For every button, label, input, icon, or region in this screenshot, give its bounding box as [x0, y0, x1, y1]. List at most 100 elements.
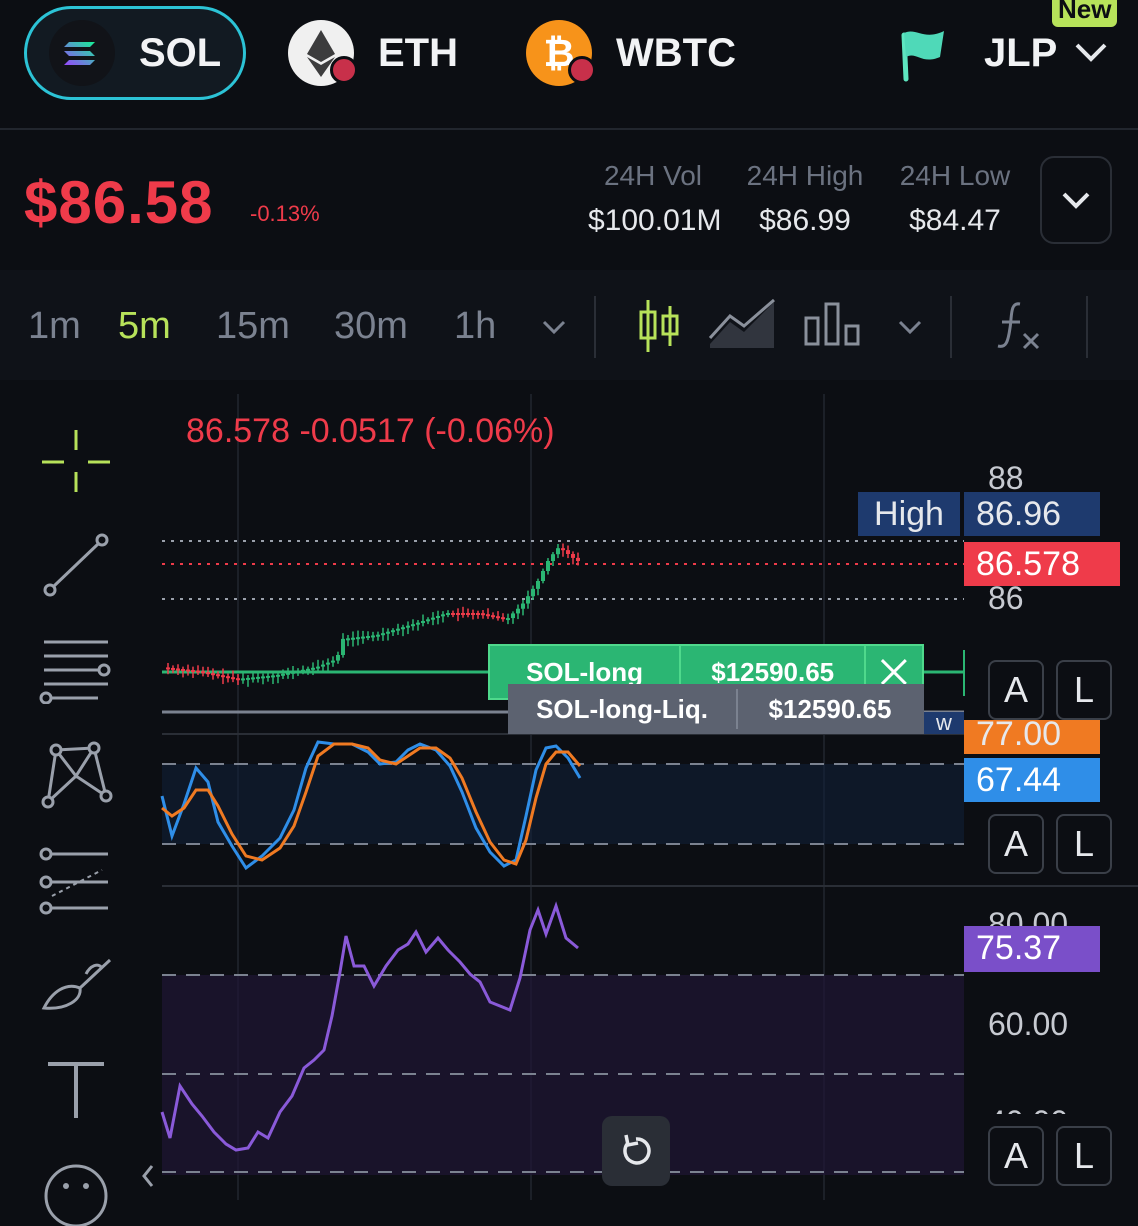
stat-label: 24H High [746, 160, 864, 191]
candle [356, 637, 360, 640]
candle [381, 633, 385, 636]
asset-tab-wbtc[interactable]: ₿ WBTC [526, 6, 736, 100]
candle [406, 625, 410, 628]
bitcoin-icon: ₿ [526, 20, 596, 86]
candle [436, 616, 440, 618]
auto-scale-button[interactable]: A [988, 1126, 1044, 1186]
last-price-tag: 86.578 [964, 542, 1120, 586]
flag-icon [901, 31, 944, 82]
reset-chart-button[interactable] [602, 1116, 670, 1186]
asset-tab-sol[interactable]: SOL [24, 6, 246, 100]
candle [546, 561, 550, 571]
function-icon[interactable] [994, 298, 1044, 354]
asset-label-sol: SOL [139, 30, 222, 75]
auto-scale-button[interactable]: A [988, 660, 1044, 720]
stoch-d-tag: 77.00 [964, 720, 1100, 754]
chevron-down-icon [1062, 192, 1090, 209]
asset-label-wbtc: WBTC [616, 30, 736, 75]
candle [241, 678, 245, 681]
candle [401, 627, 405, 630]
candle [331, 660, 335, 663]
candle [471, 613, 475, 615]
tab-1m[interactable]: 1m [28, 305, 81, 348]
rsi-axis-label: 60.00 [988, 1006, 1069, 1042]
candle [166, 667, 170, 670]
toolbar-divider [1086, 296, 1088, 358]
candle [376, 634, 380, 637]
area-chart-icon[interactable] [708, 298, 778, 350]
candle [266, 675, 270, 678]
candle [491, 615, 495, 618]
candle [521, 603, 525, 609]
candle [246, 677, 250, 680]
candle [421, 621, 425, 623]
candle [396, 628, 400, 631]
candle [226, 676, 230, 679]
chevron-down-icon[interactable] [1071, 33, 1111, 73]
candle [281, 673, 285, 676]
tab-1h[interactable]: 1h [454, 305, 496, 348]
candle [536, 581, 540, 589]
candle [561, 548, 565, 551]
candle [251, 677, 255, 680]
high-value-tag: 86.96 [964, 492, 1100, 536]
candle [391, 630, 395, 633]
new-badge: New [1052, 0, 1118, 27]
chevron-down-icon[interactable] [538, 312, 570, 344]
tab-15m[interactable]: 15m [216, 305, 290, 348]
rsi-axis-label: 80.00 [988, 906, 1069, 928]
candle [206, 672, 210, 675]
log-scale-button[interactable]: L [1056, 1126, 1112, 1186]
tab-30m[interactable]: 30m [334, 305, 408, 348]
candle [296, 670, 300, 673]
chevron-down-icon[interactable] [894, 312, 926, 344]
asset-tab-eth[interactable]: ETH [288, 6, 458, 100]
candle [506, 618, 510, 621]
candle [446, 613, 450, 615]
stats-expand-button[interactable] [1040, 156, 1112, 244]
liquidation-line-label[interactable]: SOL-long-Liq. $12590.65 [508, 684, 924, 734]
candle [541, 571, 545, 581]
stat-24h-vol: 24H Vol $100.01M [588, 160, 722, 238]
candle [231, 677, 235, 680]
log-scale-button[interactable]: L [1056, 814, 1112, 874]
stat-label: 24H Low [899, 160, 1011, 191]
candle [191, 670, 195, 673]
candle [301, 669, 305, 672]
log-scale-button[interactable]: L [1056, 660, 1112, 720]
candle [316, 666, 320, 669]
candle [531, 588, 535, 597]
bar-chart-icon[interactable] [802, 300, 862, 348]
current-price: $86.58 [24, 169, 214, 236]
candle [496, 616, 500, 619]
candle [346, 638, 350, 641]
candle [371, 635, 375, 638]
candle [441, 614, 445, 617]
candlestick-icon[interactable] [636, 296, 682, 356]
candle [551, 554, 555, 561]
toolbar-divider [950, 296, 952, 358]
asset-label-eth: ETH [378, 30, 458, 75]
asset-label-jlp: JLP [984, 30, 1058, 75]
refresh-icon [623, 1134, 651, 1165]
candle [311, 667, 315, 670]
candle [236, 678, 240, 681]
candle [466, 613, 470, 615]
candle [286, 672, 290, 675]
candle [576, 557, 580, 561]
candle [431, 617, 435, 620]
stat-24h-high: 24H High $86.99 [740, 160, 870, 238]
candle [181, 669, 185, 671]
high-label-tag: High [858, 492, 960, 536]
candle [451, 613, 455, 615]
candle [271, 675, 275, 678]
auto-scale-button[interactable]: A [988, 814, 1044, 874]
candle [306, 668, 310, 671]
position-name: SOL-long [526, 656, 644, 687]
tab-5m[interactable]: 5m [118, 305, 171, 348]
candle [516, 608, 520, 614]
stat-value: $100.01M [588, 204, 722, 237]
candle [411, 624, 415, 627]
candle [176, 668, 180, 671]
candle [566, 550, 570, 554]
